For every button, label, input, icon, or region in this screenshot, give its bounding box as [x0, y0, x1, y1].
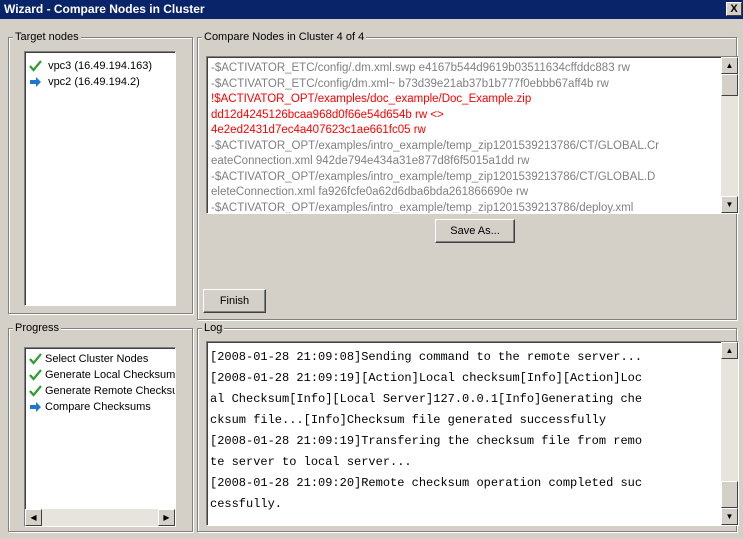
log-textarea[interactable]: [2008-01-28 21:09:08]Sending command to …: [206, 341, 739, 526]
compare-result-line: eleteConnection.xml fa926fcfe0a62d6dba6b…: [211, 186, 529, 198]
compare-result-line: !$ACTIVATOR_OPT/examples/doc_example/Doc…: [211, 93, 532, 105]
target-node-item[interactable]: vpc2 (16.49.194.2): [29, 74, 140, 90]
title-bar: Wizard - Compare Nodes in Cluster X: [0, 0, 743, 19]
progress-step-label: Generate Remote Checksum: [45, 385, 176, 397]
scroll-left-arrow-icon[interactable]: ◀: [25, 509, 42, 526]
progress-step-label: Generate Local Checksum: [45, 369, 176, 381]
checkmark-icon: [29, 353, 45, 365]
progress-list[interactable]: Select Cluster Nodes Generate Local Chec…: [24, 347, 176, 527]
scroll-thumb[interactable]: [721, 74, 738, 96]
target-node-label: vpc2 (16.49.194.2): [48, 76, 140, 88]
compare-result-line: -$ACTIVATOR_OPT/examples/intro_example/t…: [211, 170, 656, 183]
log-line: te server to local server...: [210, 455, 412, 469]
compare-result-line: -$ACTIVATOR_ETC/config/.dm.xml.swp e4167…: [211, 62, 630, 74]
finish-button[interactable]: Finish: [203, 289, 266, 313]
compare-vertical-scrollbar[interactable]: ▲ ▼: [721, 57, 738, 213]
scroll-thumb[interactable]: [721, 481, 738, 508]
progress-step-label: Compare Checksums: [45, 401, 151, 413]
target-node-item[interactable]: vpc3 (16.49.194.163): [29, 58, 152, 74]
log-line: [2008-01-28 21:09:08]Sending command to …: [210, 350, 643, 364]
scroll-right-arrow-icon[interactable]: ▶: [158, 509, 175, 526]
scroll-up-arrow-icon[interactable]: ▲: [721, 57, 738, 74]
scroll-down-arrow-icon[interactable]: ▼: [721, 196, 738, 213]
log-line: al Checksum[Info][Local Server]127.0.0.1…: [210, 392, 643, 406]
compare-result-line: -$ACTIVATOR_ETC/config/dm.xml~ b73d39e21…: [211, 77, 609, 90]
log-line: [2008-01-28 21:09:19]Transfering the che…: [210, 434, 643, 448]
progress-legend: Progress: [13, 321, 62, 335]
progress-step: Select Cluster Nodes: [29, 351, 148, 367]
arrow-right-icon: [29, 76, 48, 88]
compare-result-line: eateConnection.xml 942de794e434a31e877d8…: [211, 155, 530, 167]
log-content: [2008-01-28 21:09:08]Sending command to …: [210, 347, 718, 515]
compare-result-line: -$ACTIVATOR_OPT/examples/intro_example/t…: [211, 139, 660, 152]
target-node-label: vpc3 (16.49.194.163): [48, 60, 153, 72]
compare-result-line: dd12d4245126bcaa968d0f66e54d654b rw <>: [211, 108, 444, 121]
log-line: [2008-01-28 21:09:20]Remote checksum ope…: [210, 476, 643, 490]
log-line: [2008-01-28 21:09:19][Action]Local check…: [210, 371, 643, 385]
target-nodes-legend: Target nodes: [13, 30, 81, 44]
log-line: cessfully.: [210, 497, 283, 511]
target-nodes-group: Target nodes vpc3 (16.49.194.163) vpc2 (…: [8, 30, 193, 314]
compare-result-line: -$ACTIVATOR_OPT/examples/intro_example/t…: [211, 201, 634, 214]
compare-nodes-legend: Compare Nodes in Cluster 4 of 4: [202, 30, 367, 44]
progress-step: Generate Remote Checksum: [29, 383, 176, 399]
progress-step-label: Select Cluster Nodes: [45, 353, 149, 365]
scroll-up-arrow-icon[interactable]: ▲: [721, 342, 738, 359]
compare-nodes-group: Compare Nodes in Cluster 4 of 4 -$ACTIVA…: [197, 30, 739, 320]
log-line: cksum file...[Info]Checksum file generat…: [210, 413, 607, 427]
compare-results-content: -$ACTIVATOR_ETC/config/.dm.xml.swp e4167…: [211, 61, 718, 214]
log-vertical-scrollbar[interactable]: ▲ ▼: [721, 342, 738, 525]
progress-horizontal-scrollbar[interactable]: ◀ ▶: [25, 509, 175, 526]
checkmark-icon: [29, 60, 48, 72]
progress-group: Progress Select Cluster Nodes Generate L…: [8, 321, 193, 532]
checkmark-icon: [29, 385, 45, 397]
target-nodes-list[interactable]: vpc3 (16.49.194.163) vpc2 (16.49.194.2): [24, 51, 176, 306]
save-as-button[interactable]: Save As...: [435, 219, 515, 243]
arrow-right-icon: [29, 401, 45, 413]
compare-result-line: 4e2ed2431d7ec4a407623c1ae661fc05 rw: [211, 124, 426, 136]
close-button[interactable]: X: [726, 2, 742, 16]
log-group: Log [2008-01-28 21:09:08]Sending command…: [197, 321, 739, 532]
progress-step: Generate Local Checksum: [29, 367, 175, 383]
checkmark-icon: [29, 369, 45, 381]
scroll-down-arrow-icon[interactable]: ▼: [721, 508, 738, 525]
window-title: Wizard - Compare Nodes in Cluster: [4, 2, 205, 16]
progress-step: Compare Checksums: [29, 399, 151, 415]
log-legend: Log: [202, 321, 225, 335]
compare-results-textarea[interactable]: -$ACTIVATOR_ETC/config/.dm.xml.swp e4167…: [206, 56, 739, 214]
